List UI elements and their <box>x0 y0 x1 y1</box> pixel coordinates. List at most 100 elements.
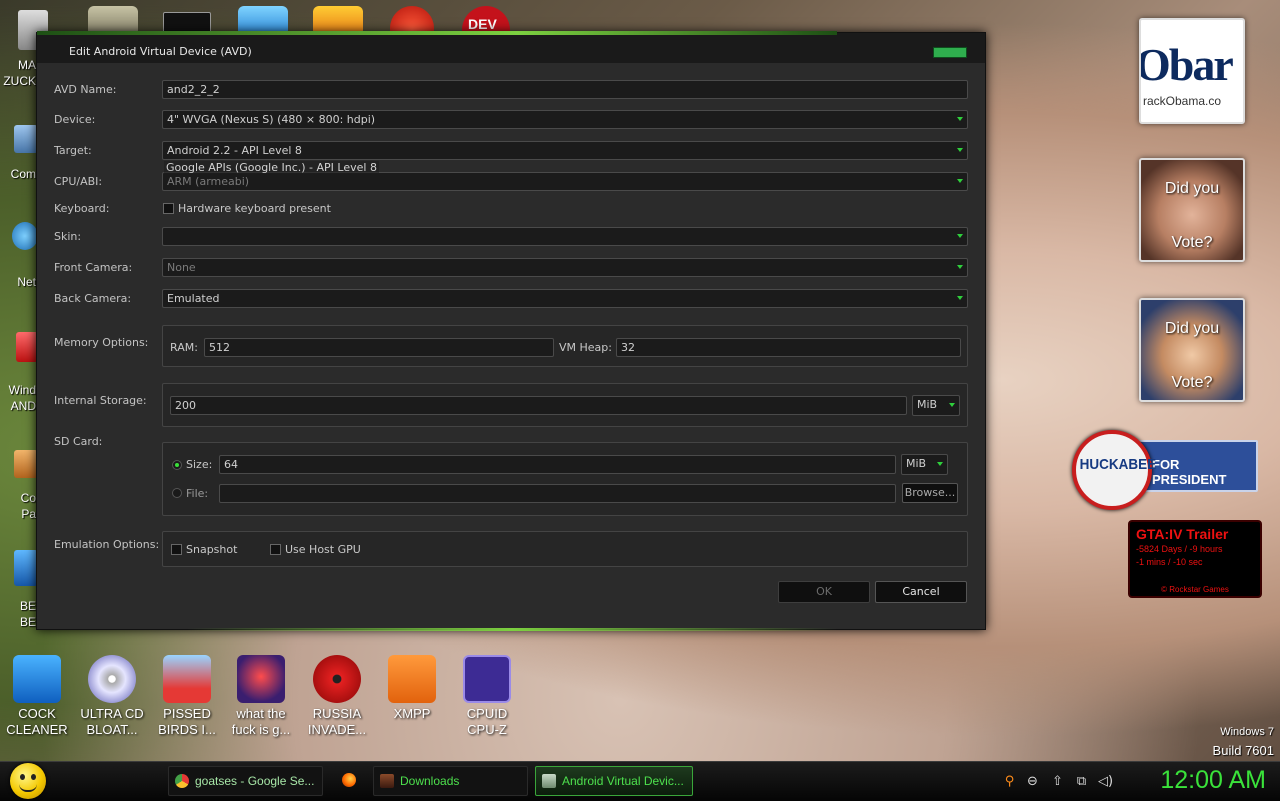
internal-storage-input[interactable]: 200 <box>170 396 907 415</box>
desktop-icon-xmpp[interactable]: XMPP <box>377 655 447 722</box>
device-label: Device: <box>54 113 96 126</box>
internal-storage-unit-select[interactable]: MiB <box>912 395 960 416</box>
obama-logo-text: Obar <box>1139 39 1234 90</box>
desktop-label: BE <box>19 615 36 629</box>
gta-countdown-gadget[interactable]: GTA:IV Trailer -5824 Days / -9 hours -1 … <box>1128 520 1262 598</box>
android-icon <box>542 774 556 788</box>
huckabee-for-president: FOR PRESIDENT <box>1152 457 1227 487</box>
desktop-icon-pissed-birds[interactable]: PISSED BIRDS I... <box>152 655 222 738</box>
chevron-down-icon <box>957 234 963 238</box>
snapshot-label: Snapshot <box>186 543 238 556</box>
back-camera-value: Emulated <box>167 292 220 305</box>
downloads-icon <box>380 774 394 788</box>
computer-icon[interactable] <box>14 125 38 153</box>
volume-icon[interactable]: ◁) <box>1098 774 1113 789</box>
skin-label: Skin: <box>54 230 82 243</box>
target-value: Android 2.2 - API Level 8 <box>167 144 302 157</box>
sd-size-radio[interactable] <box>172 460 182 470</box>
desktop-icon-russia[interactable]: RUSSIA INVADE... <box>302 655 372 738</box>
sd-file-input[interactable] <box>219 484 896 503</box>
be-icon[interactable] <box>14 550 38 586</box>
cpu-abi-select[interactable]: ARM (armeabi) <box>162 172 968 191</box>
chevron-down-icon <box>957 117 963 121</box>
sd-file-radio[interactable] <box>172 488 182 498</box>
desktop-icon-cock-cleaner[interactable]: COCK CLEANER <box>2 655 72 738</box>
desktop-label: Net <box>17 275 36 289</box>
front-camera-select[interactable]: None <box>162 258 968 277</box>
device-value: 4" WVGA (Nexus S) (480 × 800: hdpi) <box>167 113 376 126</box>
taskbar-item-firefox[interactable] <box>334 766 364 796</box>
cpu-abi-label: CPU/ABI: <box>54 175 103 188</box>
desktop-label: Co <box>20 491 36 505</box>
avd-name-input[interactable]: and2_2_2 <box>162 80 968 99</box>
target-dropdown-option[interactable]: Google APIs (Google Inc.) - API Level 8 <box>164 161 379 174</box>
desktop-label: Wind <box>8 383 36 397</box>
network-icon[interactable]: ⧉ <box>1074 774 1089 789</box>
chevron-down-icon <box>937 462 943 466</box>
sd-card-label: SD Card: <box>54 435 103 448</box>
desktop-icon-angry-birds-space[interactable]: what the fuck is g... <box>226 655 296 738</box>
huckabee-gadget[interactable]: FOR PRESIDENT HUCKABEE <box>1072 430 1258 510</box>
arrow-up-icon[interactable]: ⇧ <box>1050 774 1065 789</box>
start-button[interactable] <box>10 763 46 799</box>
window-control-button[interactable] <box>933 47 967 58</box>
control-panel-icon[interactable] <box>14 450 38 478</box>
taskbar-item-avd[interactable]: Android Virtual Devic... <box>535 766 693 796</box>
emulation-options-label: Emulation Options: <box>54 538 160 551</box>
back-camera-select[interactable]: Emulated <box>162 289 968 308</box>
vm-heap-label: VM Heap: <box>559 341 612 354</box>
sd-unit-value: MiB <box>906 457 927 470</box>
windows-watermark: Windows 7 <box>1220 726 1274 738</box>
browse-button[interactable]: Browse... <box>902 483 958 503</box>
vote-gadget-mccain[interactable]: Did you Vote? <box>1139 158 1245 262</box>
desktop-icon-cpuz[interactable]: CPUID CPU-Z <box>452 655 522 738</box>
obama-url: rackObama.co <box>1143 94 1222 108</box>
chevron-down-icon <box>957 296 963 300</box>
vm-heap-input[interactable]: 32 <box>616 338 961 357</box>
huckabee-name: HUCKABEE <box>1079 456 1157 473</box>
dialog-titlebar[interactable]: Edit Android Virtual Device (AVD) <box>37 33 985 63</box>
angry-birds-icon <box>163 655 211 703</box>
avd-name-label: AVD Name: <box>54 83 117 96</box>
ok-button[interactable]: OK <box>778 581 870 603</box>
gta-title: GTA:IV Trailer <box>1136 526 1229 542</box>
taskbar-item-label: Android Virtual Devic... <box>562 774 684 788</box>
front-camera-value: None <box>167 261 196 274</box>
taskbar: goatses - Google Se... Downloads Android… <box>0 761 1280 801</box>
icon-label: PISSED <box>163 706 211 721</box>
chrome-icon <box>175 774 189 788</box>
sd-size-unit-select[interactable]: MiB <box>901 454 948 475</box>
angry-birds-space-icon <box>237 655 285 703</box>
icon-label: CPUID <box>466 706 508 721</box>
gta-countdown-line: -1 mins / -10 sec <box>1136 557 1203 567</box>
icon-label: fuck is g... <box>231 722 291 737</box>
ram-input[interactable]: 512 <box>204 338 554 357</box>
network-icon[interactable] <box>12 222 38 250</box>
taskbar-item-chrome[interactable]: goatses - Google Se... <box>168 766 323 796</box>
taskbar-item-label: Downloads <box>400 774 460 788</box>
target-select[interactable]: Android 2.2 - API Level 8 <box>162 141 968 160</box>
keyboard-label: Keyboard: <box>54 202 110 215</box>
taskbar-item-downloads[interactable]: Downloads <box>373 766 528 796</box>
desktop-icon-ultra-cd[interactable]: ULTRA CD BLOAT... <box>77 655 147 738</box>
skin-select[interactable] <box>162 227 968 246</box>
icon-label: COCK <box>18 706 56 721</box>
sd-size-input[interactable]: 64 <box>219 455 896 474</box>
hardware-keyboard-checkbox[interactable] <box>163 203 174 214</box>
icon-label: INVADE... <box>307 722 367 737</box>
snapshot-checkbox[interactable] <box>171 544 182 555</box>
desktop-label: ZUCK <box>3 74 36 88</box>
search-icon[interactable]: ⚲ <box>1002 774 1017 789</box>
vote-gadget-clinton[interactable]: Did you Vote? <box>1139 298 1245 402</box>
use-host-gpu-checkbox[interactable] <box>270 544 281 555</box>
chevron-down-icon <box>949 403 955 407</box>
minus-circle-icon[interactable]: ⊖ <box>1025 774 1040 789</box>
icon-label: RUSSIA <box>312 706 362 721</box>
device-select[interactable]: 4" WVGA (Nexus S) (480 × 800: hdpi) <box>162 110 968 129</box>
internal-storage-group: 200 MiB <box>162 383 968 427</box>
cancel-button[interactable]: Cancel <box>875 581 967 603</box>
dialog-title: Edit Android Virtual Device (AVD) <box>69 45 252 58</box>
windows-icon[interactable] <box>16 332 38 362</box>
obama-gadget[interactable]: Obar rackObama.co <box>1139 18 1245 124</box>
taskbar-clock[interactable]: 12:00 AM <box>1160 766 1266 795</box>
